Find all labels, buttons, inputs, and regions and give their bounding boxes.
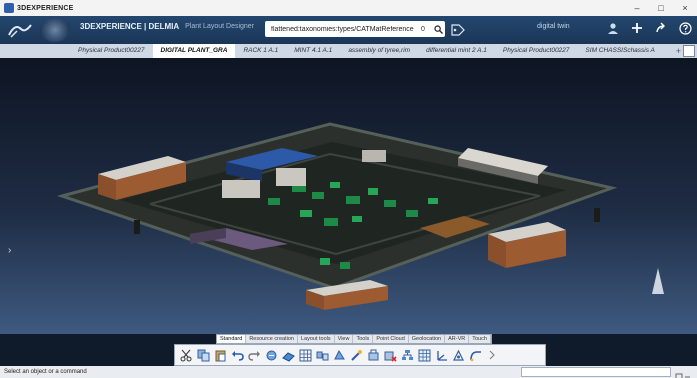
search-query[interactable]: flattened:taxonomies:types/CATMatReferen… — [271, 26, 421, 33]
window-title-bar: 3DEXPERIENCE – □ × — [0, 0, 697, 16]
more-tools-icon[interactable] — [485, 348, 499, 362]
expand-tree-arrow[interactable]: › — [8, 245, 11, 256]
command-options-icon[interactable] — [675, 368, 691, 378]
snap-icon[interactable] — [366, 348, 380, 362]
toolbar-tab-standard[interactable]: Standard — [217, 335, 247, 343]
tab-assembly[interactable]: assembly of tyree,rim — [340, 44, 418, 58]
window-controls: – □ × — [625, 0, 697, 16]
3ds-logo-icon[interactable] — [6, 19, 34, 41]
tab-digital-plant[interactable]: DIGITAL PLANT_GRA — [152, 44, 236, 58]
axis-icon[interactable] — [434, 348, 448, 362]
help-icon[interactable] — [677, 19, 693, 37]
search-icon[interactable] — [431, 22, 445, 36]
minimize-button[interactable]: – — [625, 0, 649, 16]
add-icon[interactable] — [629, 19, 645, 37]
flow-icon[interactable] — [315, 348, 329, 362]
status-bar: Select an object or a command — [0, 366, 697, 378]
redo-icon[interactable] — [247, 348, 261, 362]
undo-icon[interactable] — [230, 348, 244, 362]
command-input[interactable] — [521, 367, 671, 377]
tab-physical-product[interactable]: Physical Product00227 — [70, 44, 153, 58]
paste-icon[interactable] — [213, 348, 227, 362]
gate-west — [134, 220, 140, 234]
expand-icon[interactable] — [683, 45, 695, 57]
brand-secondary: Plant Layout Designer — [185, 23, 255, 30]
add-tab-button[interactable]: + — [676, 44, 681, 58]
tab-rack[interactable]: RACK 1 A.1 — [235, 44, 286, 58]
tab-differential[interactable]: differential mint 2 A.1 — [418, 44, 495, 58]
search-input[interactable]: flattened:taxonomies:types/CATMatReferen… — [265, 21, 445, 37]
status-message: Select an object or a command — [4, 369, 87, 375]
toolbar-tab-tools[interactable]: Tools — [353, 335, 374, 343]
brand: 3DEXPERIENCE | DELMIA Plant Layout Desig… — [80, 22, 254, 31]
user-menu[interactable]: digital twin — [537, 23, 570, 30]
user-avatar-icon[interactable] — [605, 19, 621, 37]
toolbar-tab-layout-tools[interactable]: Layout tools — [298, 335, 335, 343]
tag-icon[interactable] — [451, 23, 465, 36]
area-icon[interactable] — [281, 348, 295, 362]
gate-east — [594, 208, 600, 222]
plant-layout-scene — [56, 122, 664, 310]
close-button[interactable]: × — [673, 0, 697, 16]
brick-building-south — [306, 280, 388, 310]
copy-icon[interactable] — [196, 348, 210, 362]
header-actions — [605, 19, 693, 37]
toolbar-tab-point-cloud[interactable]: Point Cloud — [373, 335, 409, 343]
share-icon[interactable] — [653, 19, 669, 37]
measure-icon[interactable] — [349, 348, 363, 362]
hierarchy-icon[interactable] — [400, 348, 414, 362]
toolbar-tab-resource-creation[interactable]: Resource creation — [246, 335, 298, 343]
tab-sim-chassis[interactable]: SIM CHASSISchassis A — [577, 44, 662, 58]
maximize-button[interactable]: □ — [649, 0, 673, 16]
search-count: 0 — [421, 25, 425, 33]
compass-icon[interactable] — [40, 18, 70, 42]
toolbar-tab-view[interactable]: View — [335, 335, 354, 343]
resource-icon[interactable] — [264, 348, 278, 362]
brand-primary: 3DEXPERIENCE | DELMIA — [80, 22, 180, 31]
tab-physical-product-2[interactable]: Physical Product00227 — [495, 44, 578, 58]
toolbar-tab-geolocation[interactable]: Geolocation — [409, 335, 446, 343]
toolbar-tab-touch[interactable]: Touch — [469, 335, 491, 343]
small-building — [222, 180, 260, 198]
cut-icon[interactable] — [179, 348, 193, 362]
document-tabs: Physical Product00227 DIGITAL PLANT_GRA … — [0, 44, 697, 58]
3d-viewport[interactable]: › — [0, 58, 697, 334]
action-toolbar — [174, 344, 546, 366]
axis-marker — [652, 268, 664, 294]
app-icon — [4, 3, 14, 13]
grid-icon[interactable] — [298, 348, 312, 362]
route-icon[interactable] — [468, 348, 482, 362]
tab-mint[interactable]: MINT 4.1 A.1 — [286, 44, 340, 58]
action-bar-tabs: Standard Resource creation Layout tools … — [216, 334, 492, 344]
toolbar-tab-ar-vr[interactable]: AR-VR — [445, 335, 470, 343]
table-icon[interactable] — [417, 348, 431, 362]
window-title: 3DEXPERIENCE — [17, 4, 74, 12]
compass-tool-icon[interactable] — [451, 348, 465, 362]
delete-icon[interactable] — [383, 348, 397, 362]
group-icon[interactable] — [332, 348, 346, 362]
